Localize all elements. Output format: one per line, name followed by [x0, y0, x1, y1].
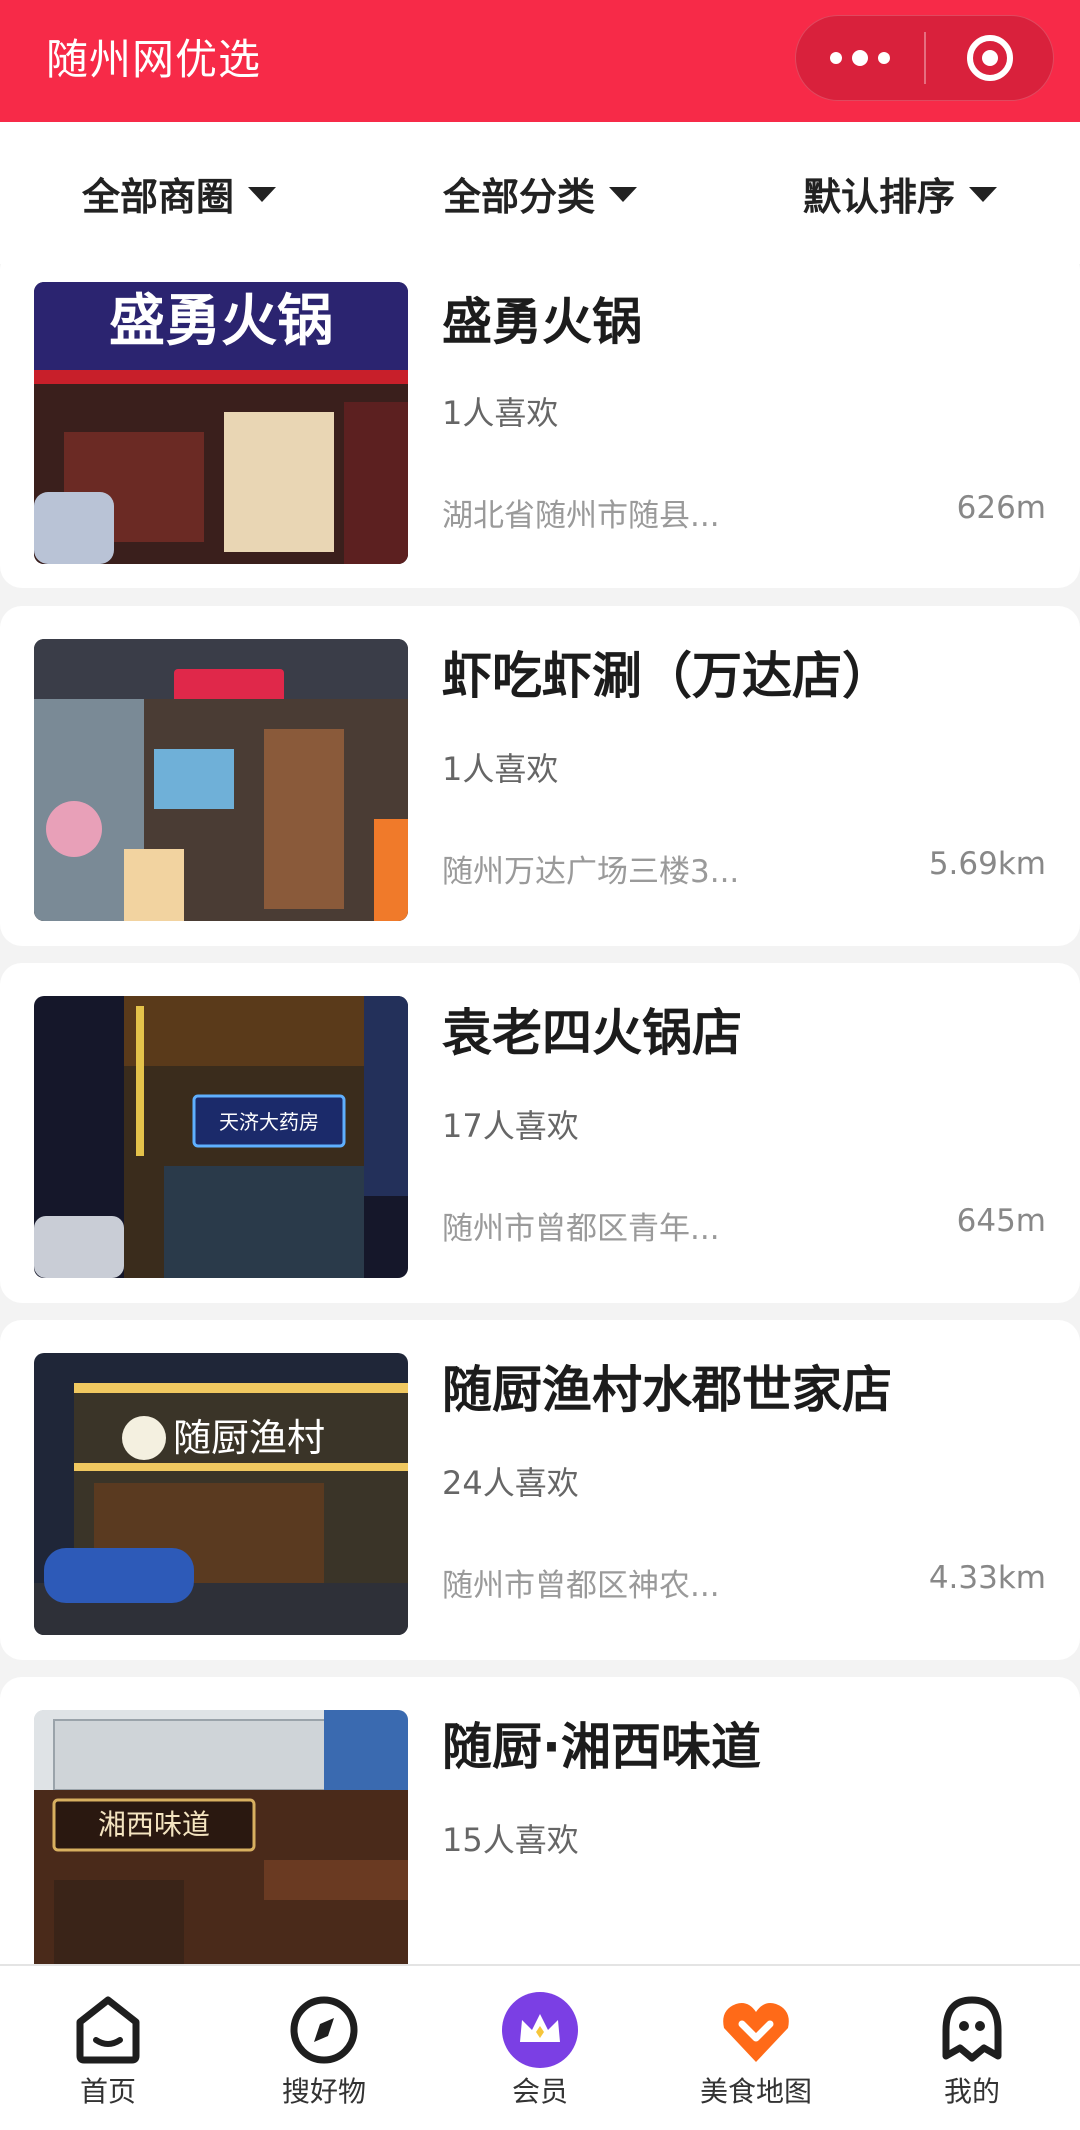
shop-distance: 4.33km [928, 1560, 1046, 1596]
ghost-profile-icon [942, 1996, 1002, 2062]
shop-card[interactable]: 湘西味道 随厨·湘西味道 15人喜欢 [0, 1677, 1080, 1964]
caret-down-icon [248, 186, 277, 202]
mini-program-capsule [795, 15, 1054, 101]
close-mini-program-button[interactable] [926, 16, 1053, 100]
shop-name: 袁老四火锅店 [442, 1004, 742, 1062]
shop-address: 湖北省随州市随县... [442, 498, 720, 534]
tab-label: 我的 [943, 2075, 1000, 2108]
like-count: 17人喜欢 [442, 1107, 579, 1145]
shop-photo: 盛勇火锅 [34, 282, 408, 564]
shop-name: 随厨渔村水郡世家店 [442, 1361, 892, 1419]
tab-label: 会员 [511, 2075, 568, 2108]
shop-name: 虾吃虾涮（万达店） [442, 647, 892, 705]
tab-member[interactable]: 会员 [432, 1966, 648, 2130]
shop-card[interactable]: 天济大药房 袁老四火锅店 17人喜欢 随州市曾都区青年... 645m [0, 963, 1080, 1303]
filter-label: 全部分类 [443, 174, 596, 219]
shop-photo [34, 639, 408, 921]
svg-text:盛勇火锅: 盛勇火锅 [109, 289, 333, 354]
shop-photo: 湘西味道 [34, 1710, 408, 1964]
like-count: 1人喜欢 [442, 750, 559, 788]
more-dots-icon[interactable] [796, 16, 924, 100]
tab-label: 美食地图 [699, 2075, 812, 2108]
shop-card[interactable]: 盛勇火锅 盛勇火锅 1人喜欢 湖北省随州市随县... 626m [0, 264, 1080, 588]
shop-photo: 天济大药房 [34, 996, 408, 1278]
shop-card[interactable]: 随厨渔村 随厨渔村水郡世家店 24人喜欢 随州市曾都区神农... 4.33km [0, 1320, 1080, 1660]
title-bar: 随州网优选 [0, 0, 1080, 122]
svg-text:天济大药房: 天济大药房 [219, 1110, 319, 1134]
caret-down-icon [969, 186, 998, 202]
shop-photo: 随厨渔村 [34, 1353, 408, 1635]
tab-label: 搜好物 [281, 2075, 366, 2108]
tab-mine[interactable]: 我的 [864, 1966, 1080, 2130]
svg-text:随厨渔村: 随厨渔村 [173, 1416, 325, 1460]
like-count: 1人喜欢 [442, 394, 559, 432]
shop-address: 随州万达广场三楼3... [442, 854, 740, 890]
shop-name: 盛勇火锅 [442, 293, 642, 351]
bottom-tab-bar: 首页 搜好物 会员 美食地图 我的 [0, 1964, 1080, 2130]
shop-address: 随州市曾都区神农... [442, 1568, 720, 1604]
crown-icon [502, 1992, 578, 2068]
heart-chevron-icon [723, 2003, 789, 2062]
home-icon [76, 1996, 140, 2064]
tab-discover[interactable]: 搜好物 [216, 1966, 432, 2130]
like-count: 15人喜欢 [442, 1821, 579, 1859]
filter-category[interactable]: 全部分类 [443, 122, 638, 264]
filter-bar: 全部商圈 全部分类 默认排序 [0, 122, 1080, 264]
like-count: 24人喜欢 [442, 1464, 579, 1502]
app-title: 随州网优选 [46, 35, 262, 84]
shop-name: 随厨·湘西味道 [442, 1718, 761, 1776]
svg-text:湘西味道: 湘西味道 [98, 1808, 210, 1841]
shop-distance: 5.69km [928, 846, 1046, 882]
shop-address: 随州市曾都区青年... [442, 1211, 720, 1247]
filter-business-area[interactable]: 全部商圈 [82, 122, 277, 264]
tab-home[interactable]: 首页 [0, 1966, 216, 2130]
tab-food-map[interactable]: 美食地图 [648, 1966, 864, 2130]
shop-card[interactable]: 虾吃虾涮（万达店） 1人喜欢 随州万达广场三楼3... 5.69km [0, 606, 1080, 946]
shop-list: 盛勇火锅 盛勇火锅 1人喜欢 湖北省随州市随县... 626m 虾吃虾涮（万达店… [0, 264, 1080, 1964]
shop-distance: 626m [956, 490, 1046, 526]
compass-icon [290, 1996, 358, 2064]
target-close-icon [966, 35, 1013, 81]
shop-distance: 645m [956, 1203, 1046, 1239]
caret-down-icon [609, 186, 638, 202]
filter-label: 全部商圈 [82, 174, 235, 219]
filter-label: 默认排序 [803, 174, 956, 219]
filter-sort[interactable]: 默认排序 [803, 122, 998, 264]
tab-label: 首页 [79, 2075, 136, 2108]
